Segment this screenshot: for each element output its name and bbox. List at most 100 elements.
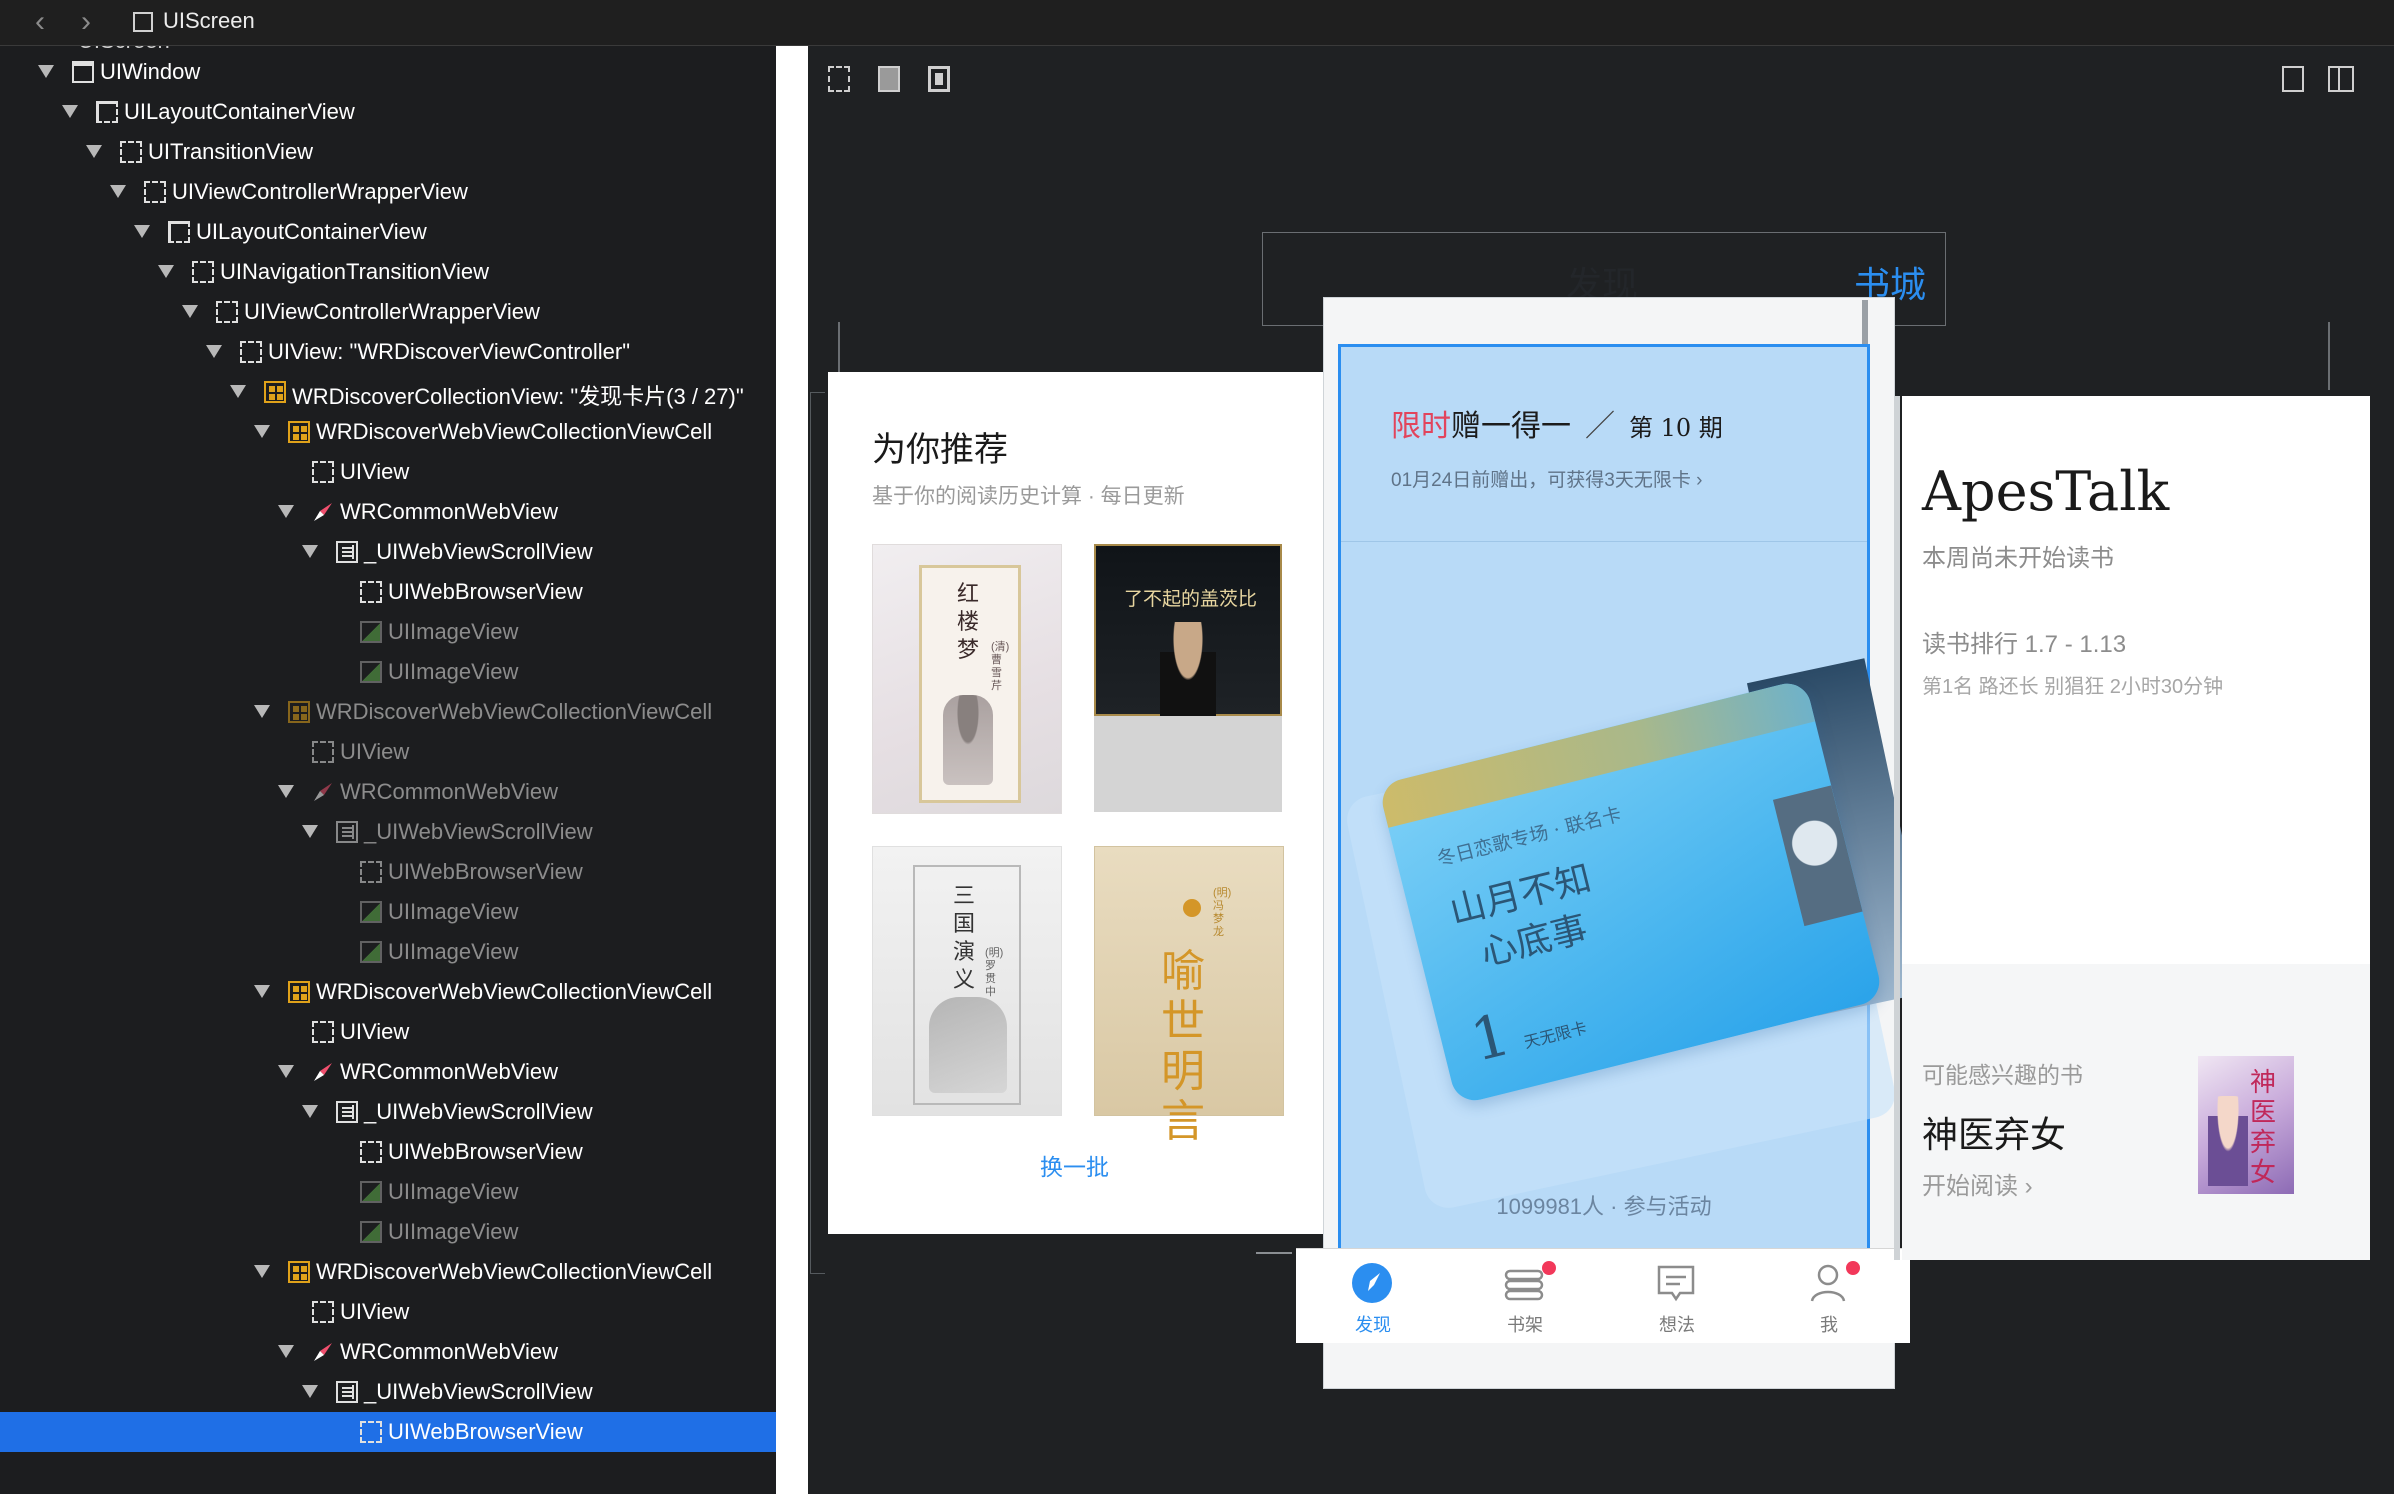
- tree-row-label: WRCommonWebView: [340, 499, 559, 524]
- preview-canvas[interactable]: 发现 书城 为你推荐 基于你的阅读历史计算 · 每日更新 红楼梦 (清)曹雪芹 …: [808, 46, 2394, 1494]
- tree-row[interactable]: WRDiscoverWebViewCollectionViewCell: [0, 692, 776, 732]
- tree-row[interactable]: UIView: [0, 1012, 776, 1052]
- tree-row[interactable]: WRDiscoverWebViewCollectionViewCell: [0, 412, 776, 452]
- book-cover-yushimingyan[interactable]: 喻世明言 (明)冯梦龙: [1094, 846, 1284, 1147]
- promo-desc[interactable]: 01月24日前赠出，可获得3天无限卡 ›: [1391, 465, 1702, 492]
- tree-row[interactable]: UIWebBrowserView: [0, 852, 776, 892]
- tree-row[interactable]: _UIWebViewScrollView: [0, 812, 776, 852]
- disclosure-triangle-icon[interactable]: [302, 1385, 318, 1398]
- disclosure-triangle-icon[interactable]: [254, 705, 270, 718]
- tree-row[interactable]: UIView: [0, 1292, 776, 1332]
- disclosure-triangle-icon[interactable]: [86, 145, 102, 158]
- tree-row[interactable]: UIWebBrowserView: [0, 572, 776, 612]
- tree-row[interactable]: UIImageView: [0, 1212, 776, 1252]
- book-cover-hongloumeng[interactable]: 红楼梦 (清)曹雪芹: [872, 544, 1062, 814]
- refresh-button[interactable]: 换一批: [1040, 1148, 1109, 1182]
- suggested-book-cover[interactable]: 神医弃女: [2198, 1056, 2294, 1194]
- tree-row[interactable]: WRCommonWebView: [0, 772, 776, 812]
- tree-row-label: UIView: [340, 1299, 410, 1324]
- bounds-icon[interactable]: [928, 66, 950, 92]
- tree-row[interactable]: UIImageView: [0, 932, 776, 972]
- tree-row[interactable]: UIImageView: [0, 1172, 776, 1212]
- frame-icon[interactable]: [828, 66, 850, 92]
- book-cover-gatsby[interactable]: 了不起的盖茨比: [1094, 544, 1282, 812]
- breadcrumb-title[interactable]: UIScreen: [163, 8, 255, 34]
- disclosure-triangle-icon[interactable]: [278, 1065, 294, 1078]
- maybe-label: 可能感兴趣的书: [1922, 1062, 2083, 1088]
- tree-scrollbar[interactable]: [776, 46, 808, 1494]
- tree-row[interactable]: _UIWebViewScrollView: [0, 532, 776, 572]
- disclosure-triangle-icon[interactable]: [254, 985, 270, 998]
- tab-me[interactable]: 我: [1754, 1249, 1904, 1343]
- tree-row[interactable]: UITransitionView: [0, 132, 776, 172]
- tree-row[interactable]: UIViewControllerWrapperView: [0, 172, 776, 212]
- tree-row[interactable]: UIImageView: [0, 612, 776, 652]
- disclosure-triangle-icon[interactable]: [158, 265, 174, 278]
- disclosure-triangle-icon[interactable]: [110, 185, 126, 198]
- tab-bar[interactable]: 发现 书架 想法 我: [1296, 1248, 1910, 1343]
- split-panel-icon[interactable]: [2328, 66, 2354, 92]
- image-view-icon: [360, 1221, 382, 1243]
- view-icon: [144, 181, 166, 203]
- disclosure-triangle-icon[interactable]: [38, 65, 54, 78]
- tree-row[interactable]: UIWebBrowserView: [0, 1132, 776, 1172]
- tree-row[interactable]: UIView: [0, 452, 776, 492]
- collection-cell-icon: [288, 1261, 310, 1283]
- disclosure-triangle-icon[interactable]: [302, 1105, 318, 1118]
- tree-row[interactable]: UIViewControllerWrapperView: [0, 292, 776, 332]
- forward-chevron-icon[interactable]: ›: [68, 4, 104, 40]
- tree-row[interactable]: UIWebBrowserView: [0, 1412, 776, 1452]
- tree-row[interactable]: UIImageView: [0, 892, 776, 932]
- tab-thoughts[interactable]: 想法: [1602, 1249, 1752, 1343]
- view-hierarchy-tree[interactable]: UIScreen UIWindowUILayoutContainerViewUI…: [0, 46, 776, 1494]
- window-icon: [72, 61, 94, 83]
- fill-icon[interactable]: [878, 66, 900, 92]
- tree-row[interactable]: UILayoutContainerView: [0, 212, 776, 252]
- tree-row[interactable]: _UIWebViewScrollView: [0, 1092, 776, 1132]
- reading-stats-card[interactable]: ApesTalk 本周尚未开始读书 读书排行 1.7 - 1.13 第1名 路还…: [1894, 396, 2370, 1260]
- tree-row[interactable]: UIImageView: [0, 652, 776, 692]
- tab-discover[interactable]: 发现: [1298, 1249, 1448, 1343]
- start-reading-link[interactable]: 开始阅读 ›: [1922, 1166, 2033, 1201]
- view-icon: [192, 261, 214, 283]
- disclosure-triangle-icon[interactable]: [302, 825, 318, 838]
- tree-row[interactable]: WRDiscoverWebViewCollectionViewCell: [0, 972, 776, 1012]
- disclosure-triangle-icon[interactable]: [278, 785, 294, 798]
- selected-web-browser-view[interactable]: 限时赠一得一／第 10 期 01月24日前赠出，可获得3天无限卡 › 冬日恋歌专…: [1338, 344, 1936, 1260]
- tree-row[interactable]: WRDiscoverWebViewCollectionViewCell: [0, 1252, 776, 1292]
- tree-row[interactable]: WRCommonWebView: [0, 1052, 776, 1092]
- tree-row[interactable]: WRCommonWebView: [0, 1332, 776, 1372]
- divider: [1341, 541, 1867, 542]
- disclosure-triangle-icon[interactable]: [182, 305, 198, 318]
- disclosure-triangle-icon[interactable]: [254, 1265, 270, 1278]
- tree-row[interactable]: WRDiscoverCollectionView: "发现卡片(3 / 27)": [0, 372, 776, 412]
- tree-row[interactable]: UILayoutContainerView: [0, 92, 776, 132]
- book-cover-sanguo[interactable]: 三国演义 (明)罗贯中: [872, 846, 1062, 1116]
- tab-label: 想法: [1659, 1315, 1695, 1335]
- tree-row-label: UIWebBrowserView: [388, 1419, 583, 1444]
- tree-row-label: UILayoutContainerView: [196, 219, 427, 244]
- back-chevron-icon[interactable]: ‹: [22, 4, 58, 40]
- suggested-book-title[interactable]: 神医弃女: [1922, 1106, 2066, 1158]
- disclosure-triangle-icon[interactable]: [278, 505, 294, 518]
- disclosure-triangle-icon[interactable]: [134, 225, 150, 238]
- disclosure-triangle-icon[interactable]: [254, 425, 270, 438]
- view-icon: [312, 1301, 334, 1323]
- tree-row[interactable]: UINavigationTransitionView: [0, 252, 776, 292]
- tab-bookshelf[interactable]: 书架: [1450, 1249, 1600, 1343]
- tree-row[interactable]: _UIWebViewScrollView: [0, 1372, 776, 1412]
- tree-row[interactable]: UIView: [0, 732, 776, 772]
- panel-edge: [1894, 396, 1900, 1260]
- tree-row[interactable]: WRCommonWebView: [0, 492, 776, 532]
- disclosure-triangle-icon[interactable]: [206, 345, 222, 358]
- disclosure-triangle-icon[interactable]: [230, 385, 246, 398]
- image-view-icon: [360, 621, 382, 643]
- disclosure-triangle-icon[interactable]: [62, 105, 78, 118]
- disclosure-triangle-icon[interactable]: [278, 1345, 294, 1358]
- recommend-card[interactable]: 为你推荐 基于你的阅读历史计算 · 每日更新 红楼梦 (清)曹雪芹 了不起的盖茨…: [828, 372, 1348, 1234]
- tree-row[interactable]: UIWindow: [0, 52, 776, 92]
- rank-title[interactable]: 读书排行 1.7 - 1.13: [1922, 624, 2126, 659]
- tree-row[interactable]: UIView: "WRDiscoverViewController": [0, 332, 776, 372]
- disclosure-triangle-icon[interactable]: [302, 545, 318, 558]
- single-panel-icon[interactable]: [2282, 66, 2304, 92]
